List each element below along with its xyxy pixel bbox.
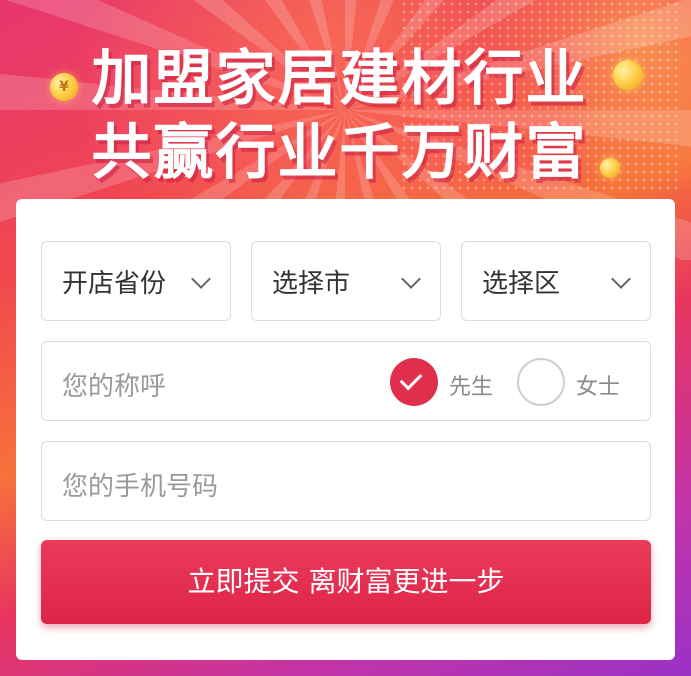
submit-button[interactable]: 立即提交 离财富更进一步 bbox=[41, 540, 651, 624]
gender-label-male[interactable]: 先生 bbox=[449, 369, 493, 401]
signup-form-card: 开店省份 选择市 选择区 您的称呼 先生 女士 您的手机号码 立即提交 离财富更… bbox=[16, 199, 675, 660]
chevron-down-icon bbox=[401, 269, 421, 289]
district-select-label: 选择区 bbox=[482, 268, 561, 299]
phone-field[interactable]: 您的手机号码 bbox=[41, 441, 651, 521]
name-field[interactable]: 您的称呼 先生 女士 bbox=[41, 341, 651, 421]
province-select-label: 开店省份 bbox=[62, 268, 167, 299]
chevron-down-icon bbox=[611, 269, 631, 289]
gender-radio-female[interactable] bbox=[517, 358, 565, 406]
chevron-down-icon bbox=[191, 269, 211, 289]
district-select[interactable]: 选择区 bbox=[461, 241, 651, 321]
phone-placeholder: 您的手机号码 bbox=[62, 472, 219, 502]
name-placeholder: 您的称呼 bbox=[62, 372, 167, 402]
check-icon bbox=[399, 367, 423, 391]
city-select[interactable]: 选择市 bbox=[251, 241, 441, 321]
province-select[interactable]: 开店省份 bbox=[41, 241, 231, 321]
headline-line-2: 共赢行业千万财富 bbox=[91, 118, 588, 188]
city-select-label: 选择市 bbox=[272, 268, 351, 299]
gender-label-female[interactable]: 女士 bbox=[576, 369, 620, 401]
gender-radio-male[interactable] bbox=[390, 358, 438, 406]
